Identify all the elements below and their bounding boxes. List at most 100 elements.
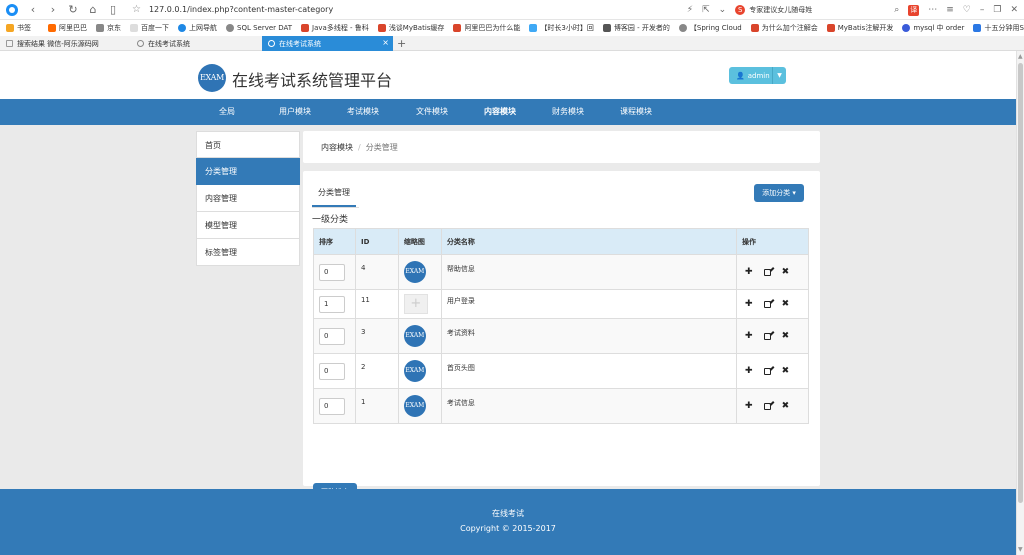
scroll-up-icon[interactable]: ▲: [1018, 53, 1023, 60]
nav-item-global[interactable]: 全局: [219, 99, 235, 125]
bookmark-item[interactable]: 为什么加个注解会: [750, 23, 818, 33]
bookmark-favicon-icon: [826, 24, 835, 32]
nav-item-content[interactable]: 内容模块: [484, 99, 516, 125]
delete-icon[interactable]: ✖: [782, 267, 790, 277]
delete-icon[interactable]: ✖: [782, 299, 790, 309]
bookmark-item[interactable]: 十五分钟用Spring: [973, 23, 1024, 33]
nav-item-users[interactable]: 用户模块: [279, 99, 311, 125]
tab-underline: [312, 207, 359, 208]
table-row: 3 EXAM 考试资料 ✚✖: [313, 318, 809, 354]
add-icon[interactable]: ✚: [745, 366, 753, 376]
add-icon[interactable]: ✚: [745, 267, 753, 277]
minimize-icon[interactable]: –: [980, 5, 985, 15]
bookmark-item[interactable]: 博客园 - 开发者的: [602, 23, 670, 33]
close-tab-icon[interactable]: ×: [382, 38, 389, 47]
reader-icon[interactable]: ▯: [108, 3, 118, 16]
nav-item-finance[interactable]: 财务模块: [552, 99, 584, 125]
admin-dropdown-button[interactable]: 👤 admin ▼: [729, 67, 786, 84]
delete-icon[interactable]: ✖: [782, 331, 790, 341]
home-icon[interactable]: ⌂: [88, 3, 98, 16]
bookmark-item[interactable]: 【Spring Cloud: [678, 23, 742, 33]
page-scrollbar[interactable]: ▲ ▼: [1016, 51, 1024, 555]
delete-icon[interactable]: ✖: [782, 401, 790, 411]
add-category-button[interactable]: 添加分类 ▾: [754, 184, 804, 202]
sort-order-input[interactable]: [319, 263, 345, 281]
new-tab-icon[interactable]: +: [397, 36, 406, 51]
edit-icon[interactable]: [763, 300, 771, 308]
more-icon[interactable]: ⋯: [928, 5, 937, 15]
bookmark-item[interactable]: SQL Server DAT: [226, 24, 292, 32]
bookmark-favicon-icon: [130, 24, 138, 32]
bookmark-item[interactable]: 【时长3小时】回: [529, 23, 594, 33]
edit-icon[interactable]: [763, 402, 771, 410]
restore-icon[interactable]: ❐: [993, 5, 1001, 15]
bookmark-item[interactable]: 书签: [6, 23, 31, 33]
category-name: 帮助信息: [440, 254, 738, 290]
lightning-icon[interactable]: ⚡: [687, 5, 693, 15]
main-nav: 全局 用户模块 考试模块 文件模块 内容模块 财务模块 课程模块: [0, 99, 1016, 125]
forward-icon[interactable]: ›: [48, 3, 58, 16]
bookmark-item[interactable]: 百度一下: [130, 23, 169, 33]
sort-order-input[interactable]: [319, 397, 345, 415]
bookmark-favicon-icon: [226, 24, 234, 32]
browser-tab[interactable]: 搜索结果 微信-阿乐源码网: [0, 36, 130, 51]
breadcrumb-parent[interactable]: 内容模块: [321, 143, 353, 152]
bookmark-item[interactable]: Java多线程 - 鲁科: [301, 23, 369, 33]
column-header-id: ID: [354, 228, 399, 255]
bookmark-item[interactable]: 阿里巴巴: [48, 23, 87, 33]
search-icon[interactable]: ⌕: [894, 5, 899, 15]
bookmark-item[interactable]: 浅谈MyBatis缓存: [377, 23, 444, 33]
bookmark-favicon-icon: [529, 24, 538, 32]
admin-label: 👤 admin: [729, 67, 773, 84]
sidebar-item-tags[interactable]: 标签管理: [196, 239, 300, 266]
reload-icon[interactable]: ↻: [68, 3, 78, 16]
edit-icon[interactable]: [763, 268, 771, 276]
back-icon[interactable]: ‹: [28, 3, 38, 16]
bookmark-item[interactable]: 京东: [96, 23, 121, 33]
browser-tab[interactable]: 在线考试系统: [131, 36, 261, 51]
sidebar-item-home[interactable]: 首页: [196, 131, 300, 158]
browser-tab-active[interactable]: 在线考试系统 ×: [262, 36, 393, 51]
tab-category-manage[interactable]: 分类管理: [312, 184, 356, 207]
thumbnail-image: EXAM: [403, 261, 426, 283]
nav-item-courses[interactable]: 课程模块: [620, 99, 652, 125]
delete-icon[interactable]: ✖: [782, 366, 790, 376]
edit-icon[interactable]: [763, 367, 771, 375]
add-icon[interactable]: ✚: [745, 331, 753, 341]
dropdown-icon[interactable]: ⌄: [719, 5, 727, 15]
browser-tab-bar: 搜索结果 微信-阿乐源码网 在线考试系统 在线考试系统 ×: [0, 36, 1024, 51]
extension-icon[interactable]: 译: [908, 4, 920, 16]
shield-icon[interactable]: ♡: [963, 5, 971, 15]
table-row: 4 EXAM 帮助信息 ✚✖: [313, 254, 809, 290]
address-bar[interactable]: 127.0.0.1/index.php?content-master-categ…: [149, 5, 333, 14]
sort-order-input[interactable]: [319, 327, 345, 345]
nav-item-exams[interactable]: 考试模块: [347, 99, 379, 125]
table-row: 1 EXAM 考试信息 ✚✖: [313, 388, 809, 424]
scroll-down-icon[interactable]: ▼: [1018, 546, 1023, 553]
bookmark-star-icon[interactable]: ☆: [132, 4, 141, 15]
bookmark-favicon-icon: [96, 24, 104, 32]
sidebar-item-model[interactable]: 模型管理: [196, 212, 300, 239]
row-actions: ✚ ✖: [742, 331, 808, 341]
category-name: 用户登录: [440, 289, 738, 319]
sidebar-item-content[interactable]: 内容管理: [196, 185, 300, 212]
breadcrumb-panel: 内容模块 / 分类管理: [303, 131, 820, 163]
close-window-icon[interactable]: ✕: [1010, 5, 1018, 15]
bookmark-item[interactable]: 上网导航: [178, 23, 217, 33]
sort-order-input[interactable]: [319, 362, 345, 380]
add-icon[interactable]: ✚: [745, 401, 753, 411]
menu-icon[interactable]: ≡: [946, 5, 954, 15]
globe-icon: [137, 40, 144, 47]
bookmark-item[interactable]: 阿里巴巴为什么能: [453, 23, 520, 33]
sort-order-input[interactable]: [319, 295, 345, 313]
edit-icon[interactable]: [763, 332, 771, 340]
scrollbar-thumb[interactable]: [1018, 63, 1023, 503]
bookmark-item[interactable]: mysql 中 order: [902, 23, 964, 33]
nav-item-files[interactable]: 文件模块: [416, 99, 448, 125]
sidebar-item-category[interactable]: 分类管理: [196, 158, 300, 185]
bookmark-item[interactable]: MyBatis注解开发: [826, 23, 893, 33]
bookmark-favicon-icon: [48, 24, 56, 32]
browser-search[interactable]: S 专家建议女儿随母姓: [735, 5, 885, 15]
add-icon[interactable]: ✚: [745, 299, 753, 309]
share-icon[interactable]: ⇱: [702, 5, 710, 15]
